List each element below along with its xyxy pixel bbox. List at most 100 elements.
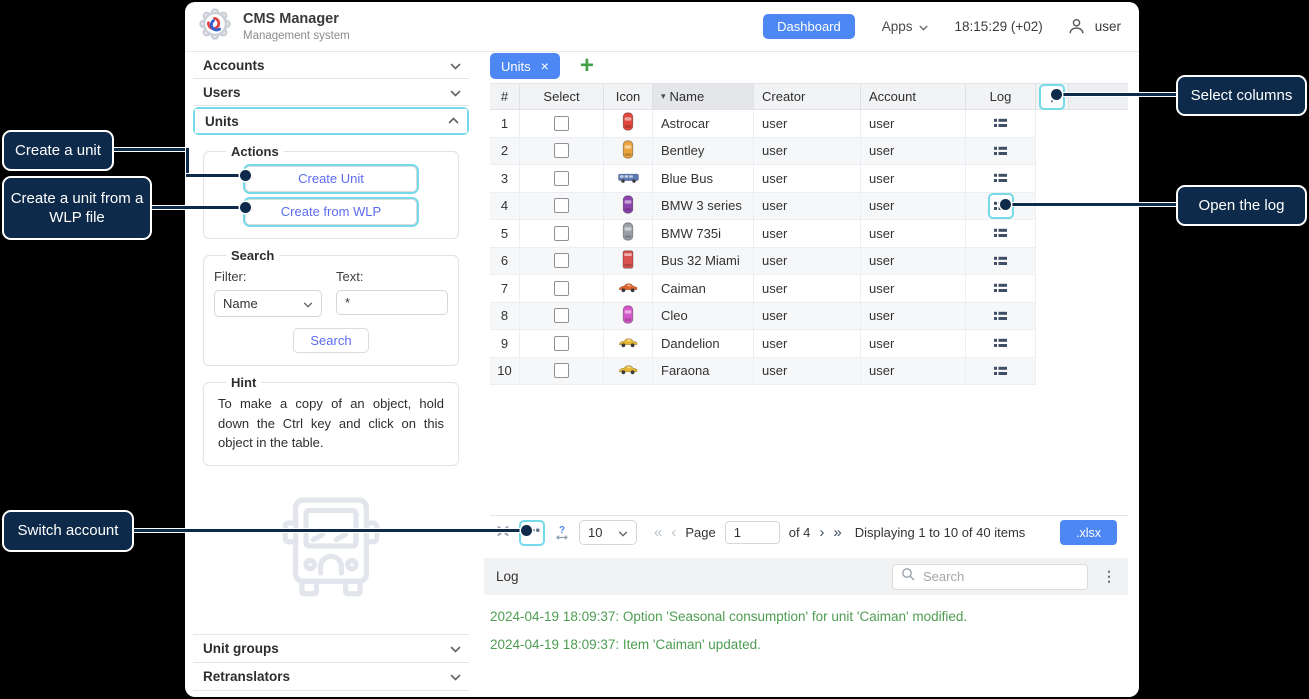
- open-log-button[interactable]: [994, 118, 1007, 128]
- sidebar-item-retranslators[interactable]: Retranslators: [193, 662, 469, 691]
- log-icon: [994, 174, 1007, 183]
- row-checkbox[interactable]: [554, 335, 569, 351]
- log-cell: [966, 357, 1036, 384]
- log-cell: [966, 330, 1036, 357]
- app-subtitle: Management system: [243, 29, 350, 42]
- search-text-input[interactable]: [336, 290, 448, 315]
- table-row[interactable]: 4 BMW 3 series user user: [490, 192, 1036, 220]
- row-checkbox[interactable]: [554, 225, 569, 241]
- table-row[interactable]: 3 Blue Bus user user: [490, 165, 1036, 193]
- last-page-icon[interactable]: »: [833, 524, 841, 541]
- column-header-select[interactable]: Select: [520, 84, 604, 109]
- chevron-down-icon: [450, 58, 461, 73]
- open-log-button[interactable]: [994, 283, 1007, 293]
- log-icon: [994, 339, 1007, 348]
- first-page-icon[interactable]: «: [654, 524, 662, 541]
- unit-icon: [618, 336, 638, 351]
- row-checkbox[interactable]: [554, 280, 569, 296]
- sidebar-item-unit-groups[interactable]: Unit groups: [193, 634, 469, 662]
- search-legend: Search: [231, 248, 275, 263]
- row-account: user: [861, 302, 966, 329]
- callout-dot: [1000, 199, 1011, 210]
- row-number: 6: [490, 247, 520, 274]
- sort-desc-icon: ▾: [661, 91, 666, 101]
- row-checkbox[interactable]: [554, 253, 569, 269]
- log-cell: [966, 247, 1036, 274]
- create-from-wlp-button[interactable]: Create from WLP: [245, 199, 417, 225]
- add-tab-icon[interactable]: +: [580, 54, 594, 78]
- prev-page-icon[interactable]: ‹: [671, 524, 676, 541]
- unit-icon: [621, 140, 635, 162]
- row-account: user: [861, 137, 966, 164]
- callout-create-unit: Create a unit: [2, 130, 114, 171]
- next-page-icon[interactable]: ›: [819, 524, 824, 541]
- column-header-log[interactable]: Log: [966, 84, 1036, 109]
- log-search-box[interactable]: [892, 563, 1088, 590]
- row-number: 8: [490, 302, 520, 329]
- units-highlight-ring: Units: [193, 107, 469, 135]
- table-row[interactable]: 1 Astrocar user user: [490, 110, 1036, 138]
- column-header-name-label: Name: [669, 89, 705, 104]
- row-number: 5: [490, 220, 520, 247]
- column-header-num[interactable]: #: [490, 84, 520, 109]
- table-row[interactable]: 7 Caiman user user: [490, 275, 1036, 303]
- unit-icon: [621, 222, 635, 244]
- row-account: user: [861, 220, 966, 247]
- callout-line: [132, 529, 522, 532]
- tab-units[interactable]: Units ×: [490, 53, 560, 79]
- row-checkbox[interactable]: [554, 143, 569, 159]
- open-log-button[interactable]: [994, 228, 1007, 238]
- open-log-button[interactable]: [994, 173, 1007, 183]
- callout-dot: [240, 170, 251, 181]
- log-icon: [994, 284, 1007, 293]
- row-checkbox[interactable]: [554, 198, 569, 214]
- row-checkbox[interactable]: [554, 363, 569, 379]
- row-checkbox[interactable]: [554, 170, 569, 186]
- table-row[interactable]: 5 BMW 735i user user: [490, 220, 1036, 248]
- callout-line: [186, 174, 242, 177]
- create-unit-button[interactable]: Create Unit: [245, 166, 417, 192]
- open-log-button[interactable]: [994, 338, 1007, 348]
- row-creator: user: [754, 357, 861, 384]
- column-header-creator[interactable]: Creator: [754, 84, 861, 109]
- log-entry: 2024-04-19 18:09:37: Option 'Seasonal co…: [490, 609, 968, 624]
- page-input[interactable]: [724, 521, 780, 544]
- log-menu-kebab-icon[interactable]: ⋮: [1102, 568, 1116, 585]
- page-label: Page: [685, 525, 716, 540]
- row-checkbox[interactable]: [554, 115, 569, 131]
- chevron-down-icon: [450, 85, 461, 100]
- log-icon: [994, 229, 1007, 238]
- callout-create-wlp: Create a unit from a WLP file: [2, 176, 152, 240]
- table-row[interactable]: 10 Faraona user user: [490, 357, 1036, 385]
- open-log-button[interactable]: [994, 311, 1007, 321]
- table-row[interactable]: 6 Bus 32 Miami user user: [490, 247, 1036, 275]
- sidebar-item-users[interactable]: Users: [193, 79, 469, 106]
- open-log-button[interactable]: [994, 366, 1007, 376]
- row-checkbox[interactable]: [554, 308, 569, 324]
- open-log-button[interactable]: [994, 256, 1007, 266]
- filter-select[interactable]: Name: [214, 290, 322, 317]
- table-row[interactable]: 2 Bentley user user: [490, 137, 1036, 165]
- transfer-units-icon[interactable]: ?: [554, 525, 570, 541]
- clear-selection-icon[interactable]: [496, 524, 510, 542]
- sidebar-item-units[interactable]: Units: [195, 109, 467, 133]
- log-search-input[interactable]: [921, 568, 1079, 585]
- sidebar-item-accounts[interactable]: Accounts: [193, 52, 469, 79]
- column-header-name[interactable]: ▾ Name: [653, 84, 754, 109]
- export-xlsx-button[interactable]: .xlsx: [1060, 520, 1117, 545]
- page-size-select[interactable]: 10: [579, 520, 637, 545]
- callout-dot: [521, 525, 532, 536]
- table-row[interactable]: 9 Dandelion user user: [490, 330, 1036, 358]
- open-log-button[interactable]: [994, 146, 1007, 156]
- units-table: # Select Icon ▾ Name Creator Account Log…: [490, 83, 1128, 385]
- filter-select-value: Name: [223, 296, 258, 311]
- unit-icon: [618, 363, 638, 378]
- unit-icon: [622, 250, 634, 272]
- column-header-icon[interactable]: Icon: [604, 84, 653, 109]
- chevron-down-icon: [303, 296, 313, 311]
- search-button[interactable]: Search: [293, 328, 369, 353]
- table-row[interactable]: 8 Cleo user user: [490, 302, 1036, 330]
- close-icon[interactable]: ×: [541, 59, 549, 73]
- column-header-account[interactable]: Account: [861, 84, 966, 109]
- row-account: user: [861, 357, 966, 384]
